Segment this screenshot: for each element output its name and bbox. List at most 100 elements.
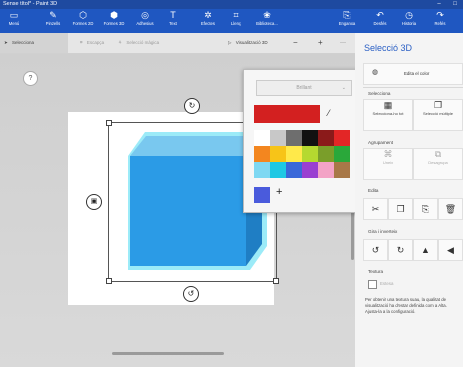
maximize-button[interactable]: □ bbox=[447, 0, 463, 9]
color-swatch[interactable] bbox=[302, 130, 318, 146]
rotate-y-handle[interactable]: ↺ bbox=[183, 286, 199, 302]
current-color-swatch[interactable] bbox=[254, 105, 320, 123]
cursor-icon: ➤ bbox=[4, 40, 8, 45]
ribbon-label: Llenç bbox=[230, 21, 241, 26]
smooth-texture-label: Estesa bbox=[380, 281, 394, 286]
cut-button[interactable]: ✂ bbox=[363, 198, 388, 220]
color-swatch[interactable] bbox=[334, 162, 350, 178]
ribbon-menu[interactable]: ▭ Menú bbox=[3, 9, 25, 33]
group-button[interactable]: ⌘ Uneix bbox=[363, 148, 413, 180]
flip-vertical-icon: ▲ bbox=[421, 245, 430, 255]
trash-icon: 🗑 bbox=[444, 204, 457, 214]
shapes-3d-icon: ⬢ bbox=[110, 10, 118, 20]
title-bar: Sense títol* - Paint 3D – □ bbox=[0, 0, 463, 9]
multi-select-button[interactable]: ❐ Selecció múltiple bbox=[413, 99, 463, 131]
panel-title: Selecció 3D bbox=[364, 43, 413, 53]
zoom-in-button[interactable]: + bbox=[318, 33, 323, 53]
magic-select-icon: ⚘ bbox=[118, 40, 123, 45]
color-swatch[interactable] bbox=[334, 130, 350, 146]
color-swatch[interactable] bbox=[302, 146, 318, 162]
ribbon-label: Menú bbox=[8, 21, 20, 26]
rotate-left-icon: ↺ bbox=[371, 245, 380, 255]
color-swatch[interactable] bbox=[318, 162, 334, 178]
depth-handle[interactable]: ▣ bbox=[86, 194, 102, 210]
rotate-x-handle[interactable]: ↻ bbox=[184, 98, 200, 114]
custom-color-swatch[interactable] bbox=[254, 187, 270, 203]
paste-icon: ⎘ bbox=[343, 10, 351, 20]
color-swatch[interactable] bbox=[302, 162, 318, 178]
magic-select-tool[interactable]: ⚘ Selecció màgica bbox=[118, 33, 159, 53]
delete-button[interactable]: 🗑 bbox=[438, 198, 463, 220]
view-3d-label: Visualització 3D bbox=[235, 40, 268, 45]
ribbon-label: Desfés bbox=[373, 21, 387, 26]
select-tool[interactable]: ➤ Selecciona bbox=[0, 33, 68, 53]
color-swatch[interactable] bbox=[286, 146, 302, 162]
color-swatch[interactable] bbox=[254, 130, 270, 146]
color-swatch[interactable] bbox=[254, 146, 270, 162]
color-swatch[interactable] bbox=[334, 146, 350, 162]
flip-vertical-button[interactable]: ▲ bbox=[413, 239, 438, 261]
section-group-heading: Agrupament bbox=[368, 140, 394, 145]
resize-handle-nw[interactable] bbox=[106, 120, 112, 126]
view-3d-icon: ▷ bbox=[228, 40, 232, 45]
help-button[interactable]: ? bbox=[23, 71, 38, 86]
zoom-out-button[interactable]: − bbox=[293, 33, 298, 53]
section-edit-heading: Edita bbox=[368, 188, 379, 193]
magic-select-label: Selecció màgica bbox=[126, 40, 160, 45]
color-swatch[interactable] bbox=[254, 162, 270, 178]
ribbon-undo[interactable]: ↶ Desfés bbox=[369, 9, 391, 33]
smooth-texture-checkbox[interactable] bbox=[368, 280, 377, 289]
ungroup-label: Desagrupa bbox=[428, 160, 448, 165]
ribbon-text[interactable]: T Text bbox=[162, 9, 184, 33]
menu-icon: ▭ bbox=[9, 10, 19, 20]
section-select-heading: Selecciona bbox=[368, 91, 391, 96]
ribbon-label: Refés bbox=[434, 21, 446, 26]
rotate-right-button[interactable]: ↻ bbox=[388, 239, 413, 261]
ribbon-label: Formes 3D bbox=[103, 21, 125, 26]
color-swatch[interactable] bbox=[270, 146, 286, 162]
color-swatch[interactable] bbox=[318, 146, 334, 162]
finish-dropdown[interactable]: Brillant ⌄ bbox=[256, 80, 352, 96]
ribbon-paste[interactable]: ⎘ Enganxa bbox=[334, 9, 360, 33]
copy-icon: ❐ bbox=[396, 204, 405, 214]
copy-button[interactable]: ❐ bbox=[388, 198, 413, 220]
minimize-button[interactable]: – bbox=[431, 0, 447, 9]
ribbon-stickers[interactable]: ◎ Adhesius bbox=[131, 9, 159, 33]
depth-icon: ▣ bbox=[90, 198, 98, 205]
edit-color-button[interactable]: ◍ Edita el color bbox=[363, 63, 463, 85]
ribbon-history[interactable]: ◷ Historia bbox=[397, 9, 421, 33]
resize-handle-se[interactable] bbox=[273, 278, 279, 284]
ribbon-label: Enganxa bbox=[338, 21, 356, 26]
ribbon-library[interactable]: ❀ Biblioteca... bbox=[252, 9, 282, 33]
color-swatch[interactable] bbox=[270, 130, 286, 146]
ribbon-brushes[interactable]: ✎ Pinzells bbox=[40, 9, 66, 33]
group-icon: ⌘ bbox=[383, 149, 393, 159]
color-swatch[interactable] bbox=[286, 162, 302, 178]
rotate-left-button[interactable]: ↺ bbox=[363, 239, 388, 261]
select-all-button[interactable]: ▦ Selecciona-ho tot bbox=[363, 99, 413, 131]
scissors-icon: ✂ bbox=[371, 204, 380, 214]
horizontal-scrollbar[interactable] bbox=[112, 352, 224, 355]
more-options-button[interactable]: ··· bbox=[340, 33, 346, 53]
eyedropper-icon[interactable]: ⁄ bbox=[328, 108, 330, 118]
ribbon-effects[interactable]: ✲ Efectes bbox=[195, 9, 221, 33]
ribbon-canvas[interactable]: ⌗ Llenç bbox=[224, 9, 248, 33]
color-swatch[interactable] bbox=[270, 162, 286, 178]
color-swatch[interactable] bbox=[286, 130, 302, 146]
ribbon-redo[interactable]: ↷ Refés bbox=[429, 9, 451, 33]
ribbon-shapes-3d[interactable]: ⬢ Formes 3D bbox=[100, 9, 128, 33]
resize-handle-sw[interactable] bbox=[106, 278, 112, 284]
undo-icon: ↶ bbox=[376, 10, 384, 20]
ribbon-shapes-2d[interactable]: ⬡ Formes 2D bbox=[69, 9, 97, 33]
crop-tool[interactable]: ⌗ Escapça bbox=[80, 33, 104, 53]
texture-quality-note: Per obtenir una textura suau, la qualita… bbox=[365, 297, 447, 314]
flip-horizontal-button[interactable]: ◀ bbox=[438, 239, 463, 261]
edit-color-label: Edita el color bbox=[404, 71, 430, 76]
color-swatch[interactable] bbox=[318, 130, 334, 146]
add-color-button[interactable]: + bbox=[276, 186, 282, 198]
select-tool-label: Selecciona bbox=[12, 40, 35, 45]
ungroup-button[interactable]: ⧉ Desagrupa bbox=[413, 148, 463, 180]
paste-button[interactable]: ⎘ bbox=[413, 198, 438, 220]
crop-tool-label: Escapça bbox=[86, 40, 105, 45]
view-3d-toggle[interactable]: ▷ Visualització 3D bbox=[228, 33, 268, 53]
